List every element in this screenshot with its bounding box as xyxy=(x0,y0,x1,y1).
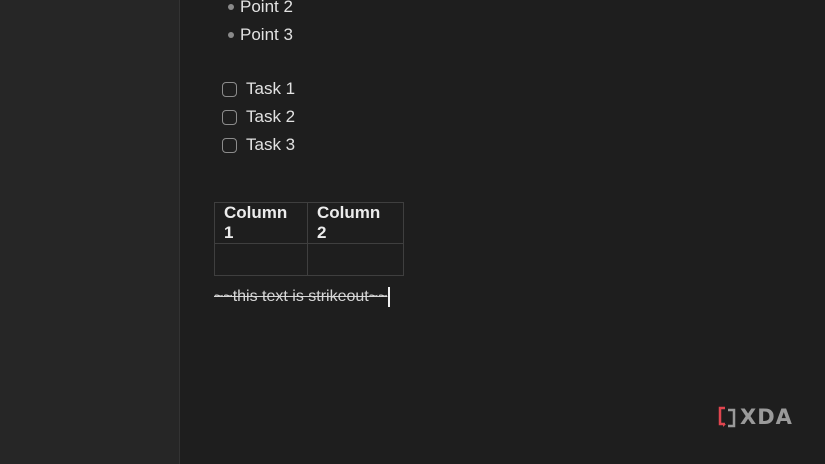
bullet-item[interactable]: Point 3 xyxy=(228,23,293,47)
bullet-dot-icon xyxy=(228,32,234,38)
table-cell[interactable] xyxy=(307,243,404,276)
table-row xyxy=(214,243,404,276)
markdown-table[interactable]: Column 1 Column 2 xyxy=(214,202,404,276)
bullet-item-label: Point 2 xyxy=(240,0,293,16)
task-label: Task 1 xyxy=(246,79,296,98)
task-checkbox[interactable] xyxy=(222,109,237,125)
task-checkbox[interactable] xyxy=(222,137,237,153)
text-cursor xyxy=(388,287,390,307)
xda-watermark: XDA xyxy=(717,404,793,430)
bullet-item-label: Point 3 xyxy=(240,25,293,44)
editor-pane[interactable]: Point 2 Point 3 Task 1 Task 2 Task 3 Col… xyxy=(180,0,825,464)
task-item[interactable]: Task 3 xyxy=(222,133,295,157)
bullet-dot-icon xyxy=(228,4,234,10)
task-label: Task 2 xyxy=(246,107,296,126)
xda-logo-icon xyxy=(718,406,736,428)
strikeout-text: ~~this text is strikeout~~ xyxy=(214,288,388,305)
table-header-row: Column 1 Column 2 xyxy=(214,202,404,244)
task-item[interactable]: Task 2 xyxy=(222,105,295,129)
task-item[interactable]: Task 1 xyxy=(222,77,295,101)
sidebar-panel xyxy=(0,0,180,464)
table-header-cell[interactable]: Column 1 xyxy=(214,202,308,244)
table-header-cell[interactable]: Column 2 xyxy=(307,202,404,244)
xda-logo-text: XDA xyxy=(740,405,793,429)
task-label: Task 3 xyxy=(246,135,296,154)
task-checkbox[interactable] xyxy=(222,81,237,97)
table-cell[interactable] xyxy=(214,243,308,276)
strikeout-line[interactable]: ~~this text is strikeout~~ xyxy=(214,286,390,308)
bullet-item[interactable]: Point 2 xyxy=(228,0,293,19)
